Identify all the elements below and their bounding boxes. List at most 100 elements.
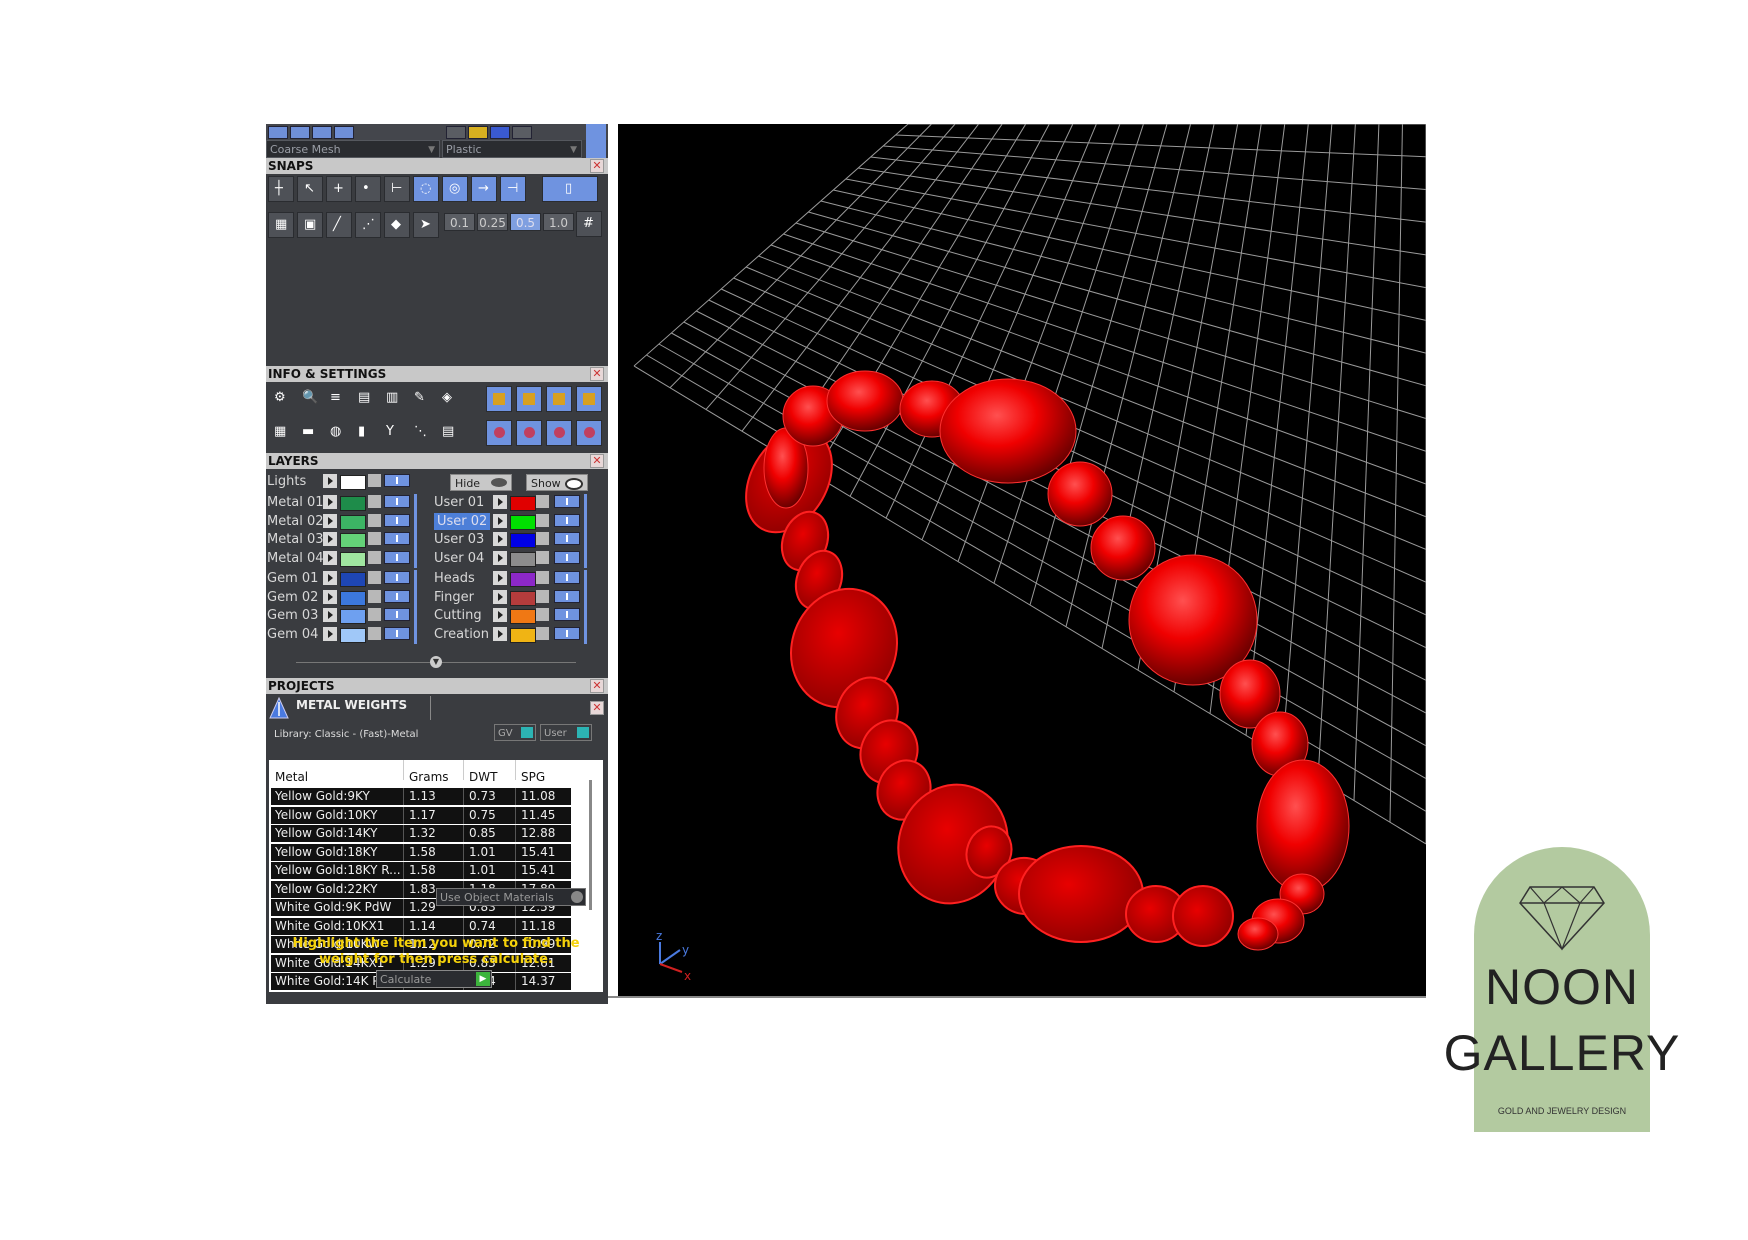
snap-tool-button[interactable]: ➤ <box>413 212 439 238</box>
info-tool-button[interactable]: ⋱ <box>408 420 434 446</box>
visibility-toggle[interactable] <box>554 495 580 508</box>
snap-tool-button[interactable]: ↖ <box>297 176 323 202</box>
layer-color-swatch[interactable] <box>510 551 536 567</box>
snap-tool-button[interactable]: ⋰ <box>355 212 381 238</box>
close-icon[interactable]: ✕ <box>590 701 604 715</box>
info-tool-button[interactable]: ◈ <box>436 386 462 412</box>
gem-bead[interactable] <box>1256 759 1350 893</box>
layer-row[interactable]: User 04 <box>266 550 608 567</box>
column-header-metal[interactable]: Metal <box>275 770 308 784</box>
snap-tool-button[interactable]: ▣ <box>297 212 323 238</box>
table-row[interactable]: Yellow Gold:18KY R... 1.58 1.01 15.41 <box>271 862 571 879</box>
lock-icon[interactable] <box>536 532 549 545</box>
toolbar-button[interactable] <box>290 126 310 139</box>
toolbar-button[interactable] <box>490 126 510 139</box>
snap-toggle-button[interactable]: ▯ <box>542 176 598 202</box>
layer-color-swatch[interactable] <box>510 609 536 624</box>
snap-tool-button[interactable]: ⊢ <box>384 176 410 202</box>
close-icon[interactable]: ✕ <box>590 159 604 173</box>
info-tool-button[interactable]: Y <box>380 420 406 446</box>
layer-color-swatch[interactable] <box>510 627 536 643</box>
table-row[interactable]: Yellow Gold:10KY 1.17 0.75 11.45 <box>271 806 571 824</box>
show-button[interactable]: Show <box>526 474 588 491</box>
column-header-grams[interactable]: Grams <box>409 770 449 784</box>
snap-tool-button[interactable]: + <box>326 176 352 202</box>
layer-row[interactable]: Heads <box>266 570 608 587</box>
layer-row[interactable]: User 03 <box>266 531 608 548</box>
layer-color-swatch[interactable] <box>340 475 366 490</box>
layer-color-swatch[interactable] <box>510 572 536 587</box>
info-tool-button[interactable]: ▤ <box>352 386 378 412</box>
gem-tool-button[interactable] <box>576 420 602 446</box>
play-icon[interactable] <box>493 532 507 546</box>
info-tool-button[interactable]: ◍ <box>324 420 350 446</box>
table-row[interactable]: Yellow Gold:18KY 1.58 1.01 15.41 <box>271 843 571 861</box>
visibility-toggle[interactable] <box>554 513 580 527</box>
toolbar-button[interactable] <box>512 126 532 139</box>
visibility-toggle[interactable] <box>554 571 580 584</box>
play-icon[interactable] <box>493 513 507 528</box>
layer-row[interactable]: User 02 <box>266 512 608 530</box>
table-row[interactable]: White Gold:10KX1 1.14 0.74 11.18 <box>271 917 571 935</box>
play-icon[interactable] <box>493 550 507 565</box>
visibility-toggle[interactable] <box>554 608 580 621</box>
close-icon[interactable]: ✕ <box>590 367 604 381</box>
info-tool-button[interactable]: ▤ <box>436 420 462 446</box>
lock-icon[interactable] <box>536 626 549 640</box>
info-tool-button[interactable]: ▬ <box>296 420 322 446</box>
lock-icon[interactable] <box>536 608 549 621</box>
3d-viewport[interactable]: z y x <box>618 124 1426 996</box>
table-row[interactable]: Yellow Gold:9KY 1.13 0.73 11.08 <box>271 788 571 805</box>
viewport-canvas[interactable]: z y x <box>618 124 1426 996</box>
render-tool-button[interactable] <box>546 386 572 412</box>
gem-bead[interactable] <box>1090 515 1156 581</box>
info-tool-button[interactable]: 🔍 <box>296 386 322 412</box>
toolbar-button[interactable] <box>446 126 466 139</box>
visibility-toggle[interactable] <box>384 474 410 487</box>
gem-tool-button[interactable] <box>546 420 572 446</box>
gem-bead[interactable] <box>939 378 1077 484</box>
snap-tool-button[interactable]: ◌ <box>413 176 439 202</box>
snap-tool-button[interactable]: ⊣ <box>500 176 526 202</box>
info-tool-button[interactable]: ✎ <box>408 386 434 412</box>
layer-row[interactable]: Cutting <box>266 607 608 624</box>
snap-tool-button[interactable]: • <box>355 176 381 202</box>
render-tool-button[interactable] <box>516 386 542 412</box>
play-icon[interactable] <box>493 571 507 585</box>
column-header-spg[interactable]: SPG <box>521 770 545 784</box>
layer-row[interactable]: Finger <box>266 589 608 606</box>
visibility-toggle[interactable] <box>554 589 580 603</box>
snap-tool-button[interactable]: → <box>471 176 497 202</box>
layer-row[interactable]: User 01 <box>266 494 608 511</box>
gem-bead[interactable] <box>1237 917 1279 951</box>
gem-outline[interactable] <box>1172 885 1234 947</box>
calculate-button[interactable]: Calculate ▶ <box>376 970 492 988</box>
vertical-scrollbar[interactable] <box>589 780 592 910</box>
snap-tool-button[interactable]: ┼ <box>268 176 294 202</box>
snaps-header[interactable]: SNAPS ✕ <box>266 158 608 174</box>
toolbar-button[interactable] <box>334 126 354 139</box>
metal-weights-tab[interactable]: METAL WEIGHTS ✕ <box>266 694 608 722</box>
render-tool-button[interactable] <box>486 386 512 412</box>
info-tool-button[interactable]: ▥ <box>380 386 406 412</box>
gv-toggle[interactable]: GV <box>494 724 536 741</box>
info-tool-button[interactable]: ▮ <box>352 420 378 446</box>
lock-icon[interactable] <box>536 589 549 603</box>
projects-header[interactable]: PROJECTS ✕ <box>266 678 608 694</box>
snap-tool-button[interactable]: ▦ <box>268 212 294 238</box>
column-header-dwt[interactable]: DWT <box>469 770 497 784</box>
info-tool-button[interactable]: ▦ <box>268 420 294 446</box>
play-icon[interactable] <box>493 626 507 641</box>
info-tool-button[interactable]: ≡ <box>324 386 350 412</box>
layer-color-swatch[interactable] <box>510 496 536 511</box>
snap-increment-button[interactable]: 1.0 <box>543 213 574 231</box>
visibility-toggle[interactable] <box>554 550 580 564</box>
toolbar-button[interactable] <box>468 126 488 139</box>
lock-icon[interactable] <box>368 474 381 487</box>
use-object-materials-select[interactable]: Use Object Materials <box>436 888 586 906</box>
info-settings-header[interactable]: INFO & SETTINGS ✕ <box>266 366 608 382</box>
play-icon[interactable] <box>493 495 507 509</box>
panel-pin-button[interactable] <box>586 124 606 158</box>
snap-increment-button[interactable]: 0.5 <box>510 213 541 231</box>
snap-increment-button[interactable]: 0.1 <box>444 213 475 231</box>
